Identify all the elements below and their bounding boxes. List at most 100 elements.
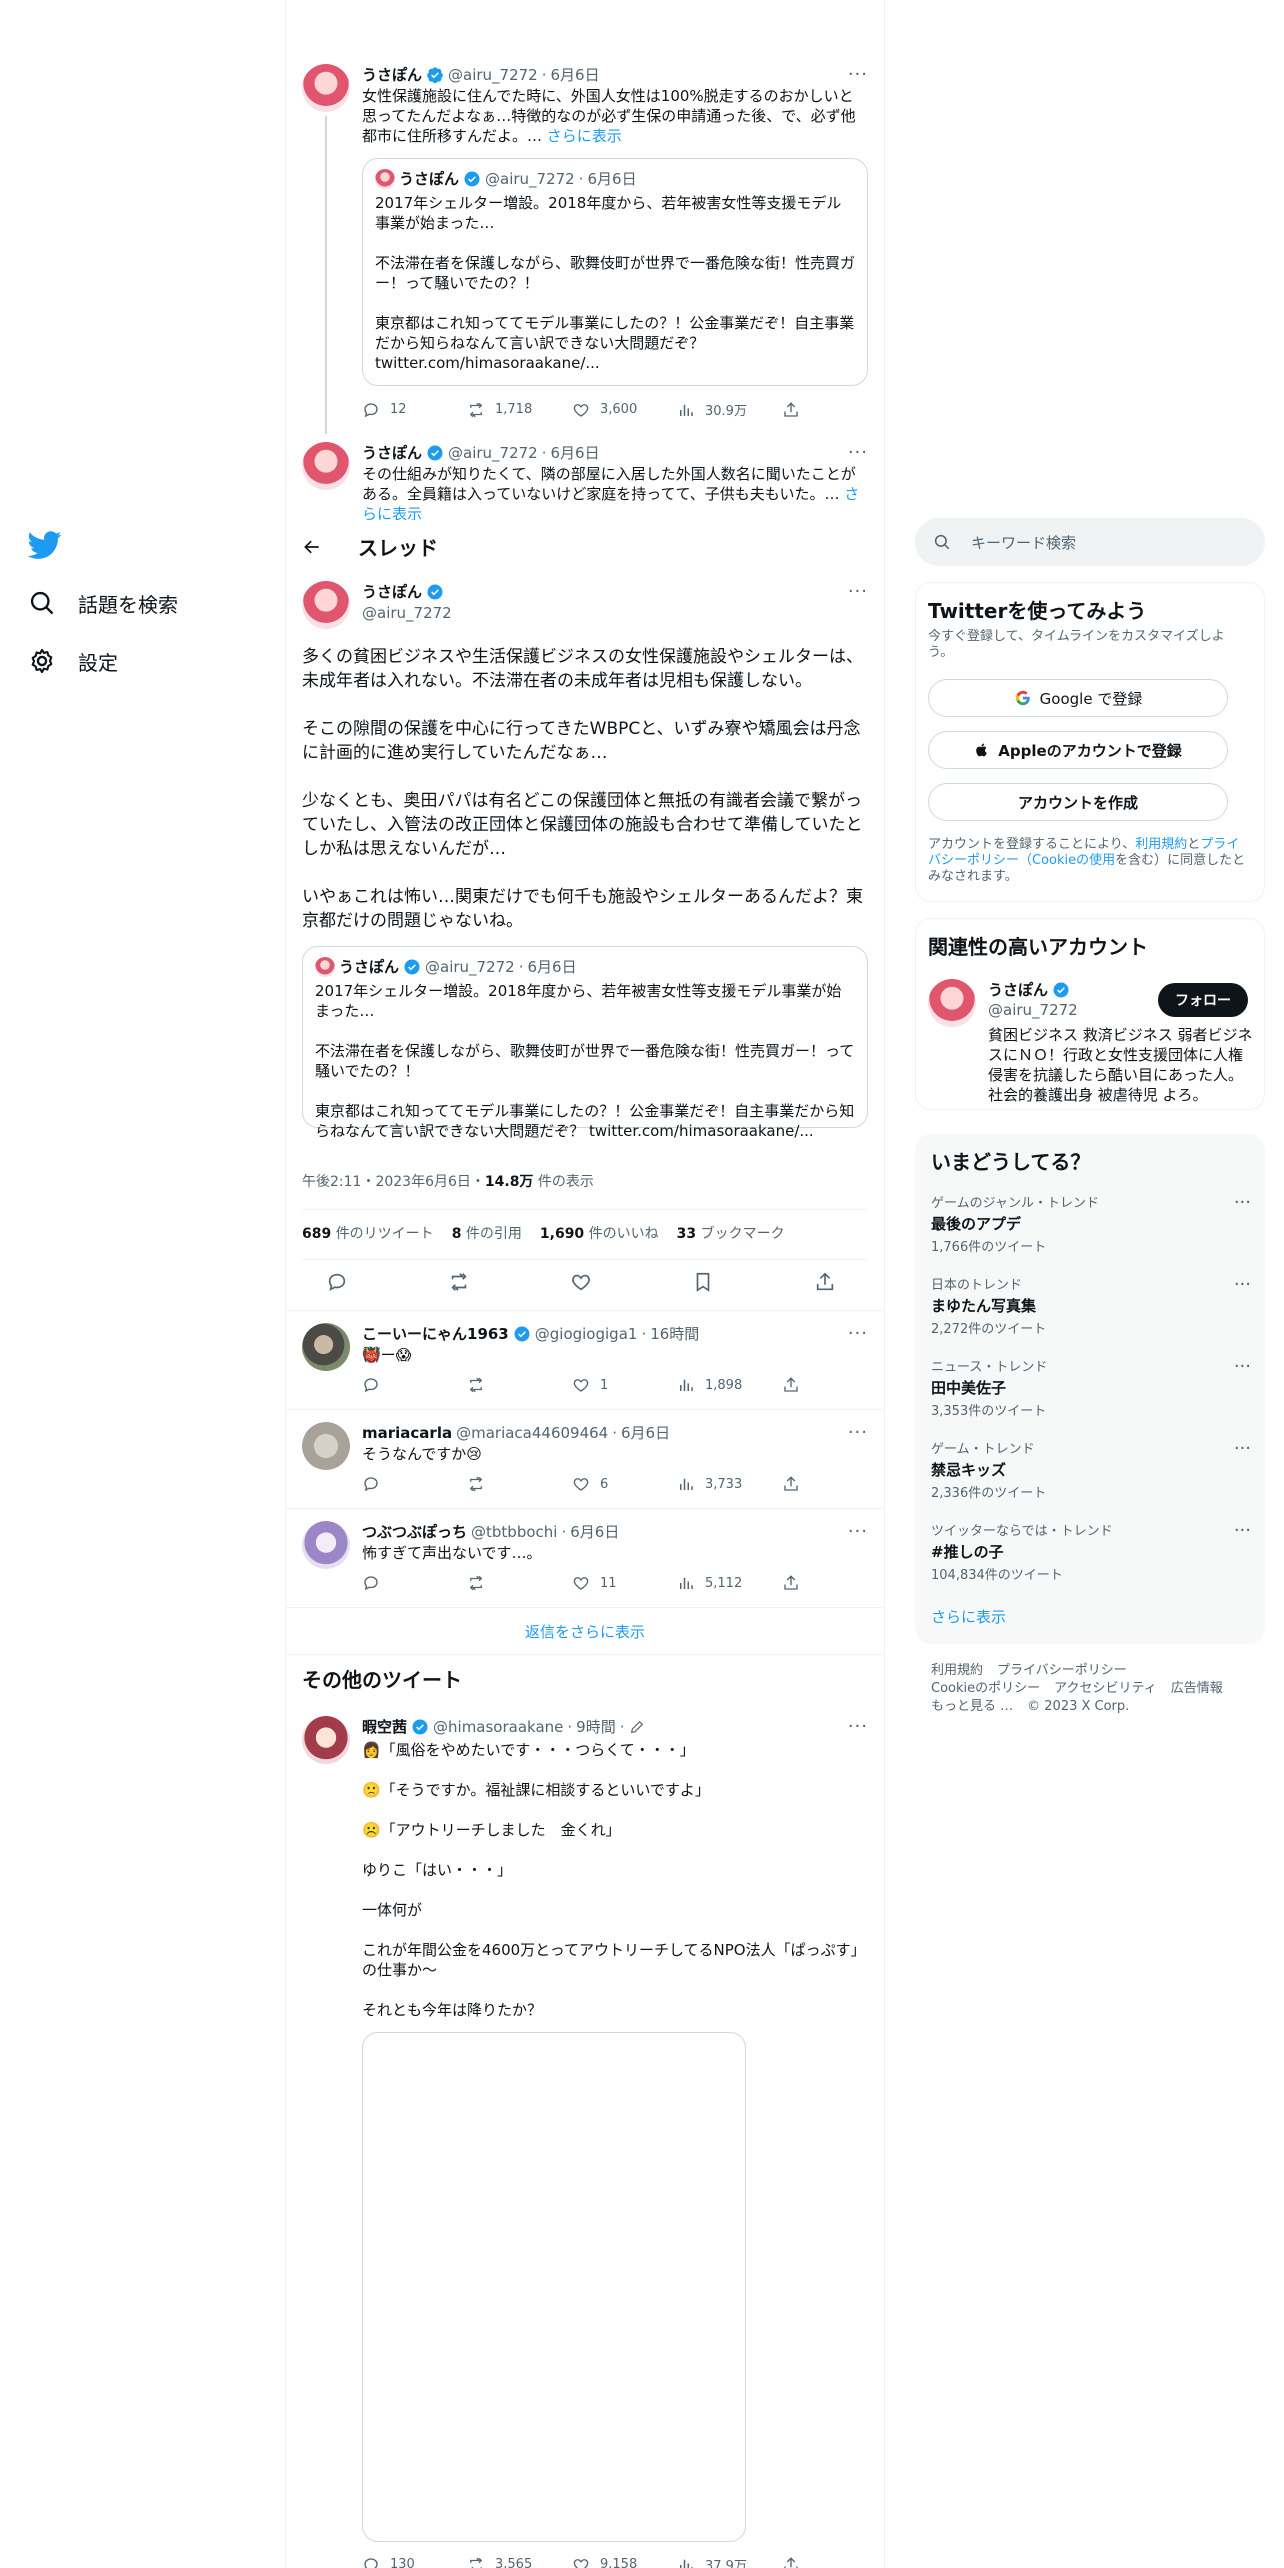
tweet-date[interactable]: 6月6日	[551, 64, 600, 85]
tweet-date[interactable]: 6月6日	[570, 1521, 619, 1542]
more-options-icon[interactable]: ···	[1234, 1356, 1251, 1377]
reply-tweet[interactable]: こーいーにゃん1963 @giogiogiga1 · 16時間 ··· 👹ー😱 …	[286, 1311, 884, 1410]
reply-button[interactable]	[362, 1574, 442, 1592]
like-button[interactable]: 11	[572, 1574, 652, 1592]
share-button[interactable]	[782, 2555, 802, 2568]
author-handle[interactable]: @mariaca44609464	[456, 1424, 608, 1442]
footer-ads-link[interactable]: 広告情報	[1171, 1680, 1223, 1698]
footer-more-link[interactable]: もっと見る …	[931, 1698, 1013, 1716]
quotes-stat[interactable]: 8 件の引用	[452, 1223, 522, 1243]
footer-accessibility-link[interactable]: アクセシビリティ	[1054, 1680, 1157, 1698]
footer-cookie-link[interactable]: Cookieのポリシー	[931, 1680, 1040, 1698]
author-handle[interactable]: @giogiogiga1	[535, 1325, 638, 1343]
retweet-button[interactable]: 1,718	[467, 400, 547, 419]
more-options-icon[interactable]: ···	[1234, 1520, 1251, 1541]
show-more-link[interactable]: さらに表示	[547, 127, 622, 145]
author-name[interactable]: つぶつぶぽっち	[362, 1521, 467, 1542]
avatar[interactable]	[928, 979, 976, 1027]
footer-privacy-link[interactable]: プライバシーポリシー	[997, 1662, 1127, 1680]
avatar[interactable]	[302, 1716, 350, 1764]
back-arrow-icon[interactable]	[302, 537, 322, 557]
related-name[interactable]: うさぽん	[988, 979, 1048, 1000]
trend-item[interactable]: ニュース・トレンド 田中美佐子 3,353件のツイート ···	[931, 1356, 1251, 1419]
trends-show-more-link[interactable]: さらに表示	[931, 1606, 1006, 1627]
author-name[interactable]: こーいーにゃん1963	[362, 1323, 509, 1344]
share-button[interactable]	[782, 1574, 802, 1592]
avatar[interactable]	[302, 442, 350, 490]
views-button[interactable]: 30.9万	[677, 400, 757, 419]
show-more-replies-button[interactable]: 返信をさらに表示	[286, 1608, 884, 1654]
author-name[interactable]: 暇空茜	[362, 1716, 407, 1737]
more-options-icon[interactable]: ···	[848, 581, 868, 602]
reply-button[interactable]	[362, 1475, 442, 1493]
google-signup-button[interactable]: Google で登録	[928, 679, 1228, 717]
more-options-icon[interactable]: ···	[848, 64, 868, 85]
avatar[interactable]	[302, 64, 350, 112]
bookmarks-stat[interactable]: 33 ブックマーク	[677, 1223, 785, 1243]
tweet-media[interactable]	[362, 2032, 746, 2542]
trend-item[interactable]: 日本のトレンド まゆたん写真集 2,272件のツイート ···	[931, 1274, 1251, 1337]
author-name[interactable]: うさぽん	[362, 64, 422, 85]
trend-item[interactable]: ツイッターならでは・トレンド #推しの子 104,834件のツイート ···	[931, 1520, 1251, 1583]
retweet-button[interactable]	[467, 1376, 547, 1394]
search-bar[interactable]: キーワード検索	[915, 518, 1265, 566]
more-options-icon[interactable]: ···	[848, 1521, 868, 1542]
share-button[interactable]	[782, 400, 802, 419]
views-button[interactable]: 1,898	[677, 1376, 757, 1394]
retweets-stat[interactable]: 689 件のリツイート	[302, 1223, 434, 1243]
tweet-date[interactable]: 16時間	[650, 1323, 699, 1344]
avatar[interactable]	[302, 581, 350, 629]
nav-settings[interactable]: 設定	[28, 643, 118, 679]
author-name[interactable]: mariacarla	[362, 1424, 452, 1442]
views-button[interactable]: 37.9万	[677, 2555, 757, 2568]
follow-button[interactable]: フォロー	[1158, 983, 1248, 1017]
footer-terms-link[interactable]: 利用規約	[931, 1662, 983, 1680]
author-handle[interactable]: @himasoraakane	[433, 1718, 563, 1736]
reply-button[interactable]	[362, 1376, 442, 1394]
author-name[interactable]: うさぽん	[362, 442, 422, 463]
views-button[interactable]: 5,112	[677, 1574, 757, 1592]
create-account-button[interactable]: アカウントを作成	[928, 783, 1228, 821]
search-input[interactable]: キーワード検索	[971, 532, 1076, 553]
heart-icon[interactable]	[570, 1271, 592, 1293]
bookmark-icon[interactable]	[692, 1271, 714, 1293]
tweet-timestamp[interactable]: 午後2:11・2023年6月6日・14.8万 件の表示	[302, 1171, 594, 1191]
ancestor-tweet[interactable]: うさぽん @airu_7272 · 6月6日 ··· 女性保護施設に住んでた時に…	[286, 56, 884, 434]
more-options-icon[interactable]: ···	[1234, 1438, 1251, 1459]
terms-link[interactable]: 利用規約	[1135, 837, 1187, 852]
trend-item[interactable]: ゲーム・トレンド 禁忌キッズ 2,336件のツイート ···	[931, 1438, 1251, 1501]
other-tweet[interactable]: 暇空茜 @himasoraakane · 9時間 · ··· 👩「風俗をやめたい…	[286, 1708, 884, 2568]
more-options-icon[interactable]: ···	[848, 1716, 868, 1737]
reply-tweet[interactable]: つぶつぶぽっち @tbtbbochi · 6月6日 ··· 怖すぎて声出ないです…	[286, 1509, 884, 1608]
avatar[interactable]	[302, 1422, 350, 1470]
retweet-icon[interactable]	[448, 1271, 470, 1293]
apple-signup-button[interactable]: Appleのアカウントで登録	[928, 731, 1228, 769]
quoted-tweet[interactable]: うさぽん @airu_7272 · 6月6日 2017年シェルター増設。2018…	[362, 158, 868, 386]
more-options-icon[interactable]: ···	[848, 442, 868, 463]
reply-button[interactable]: 130	[362, 2555, 442, 2568]
share-button[interactable]	[782, 1376, 802, 1394]
ancestor-tweet[interactable]: うさぽん @airu_7272 · 6月6日 ··· その仕組みが知りたくて、隣…	[286, 434, 884, 520]
more-options-icon[interactable]: ···	[1234, 1192, 1251, 1213]
avatar[interactable]	[302, 1521, 350, 1569]
share-button[interactable]	[782, 1475, 802, 1493]
trend-item[interactable]: ゲームのジャンル・トレンド 最後のアプデ 1,766件のツイート ···	[931, 1192, 1251, 1255]
reply-button[interactable]: 12	[362, 400, 442, 419]
nav-explore[interactable]: 話題を検索	[28, 585, 178, 621]
related-handle[interactable]: @airu_7272	[988, 1001, 1078, 1019]
twitter-logo-icon[interactable]	[27, 528, 62, 562]
like-button[interactable]: 1	[572, 1376, 652, 1394]
avatar[interactable]	[302, 1323, 350, 1371]
more-options-icon[interactable]: ···	[848, 1422, 868, 1443]
likes-stat[interactable]: 1,690 件のいいね	[540, 1223, 659, 1243]
author-handle[interactable]: @airu_7272	[448, 66, 538, 84]
like-button[interactable]: 6	[572, 1475, 652, 1493]
retweet-button[interactable]: 3,565	[467, 2555, 547, 2568]
author-handle[interactable]: @tbtbbochi	[471, 1523, 557, 1541]
share-icon[interactable]	[814, 1271, 836, 1293]
more-options-icon[interactable]: ···	[848, 1323, 868, 1344]
like-button[interactable]: 3,600	[572, 400, 652, 419]
views-button[interactable]: 3,733	[677, 1475, 757, 1493]
retweet-button[interactable]	[467, 1475, 547, 1493]
author-name[interactable]: うさぽん	[362, 581, 422, 602]
